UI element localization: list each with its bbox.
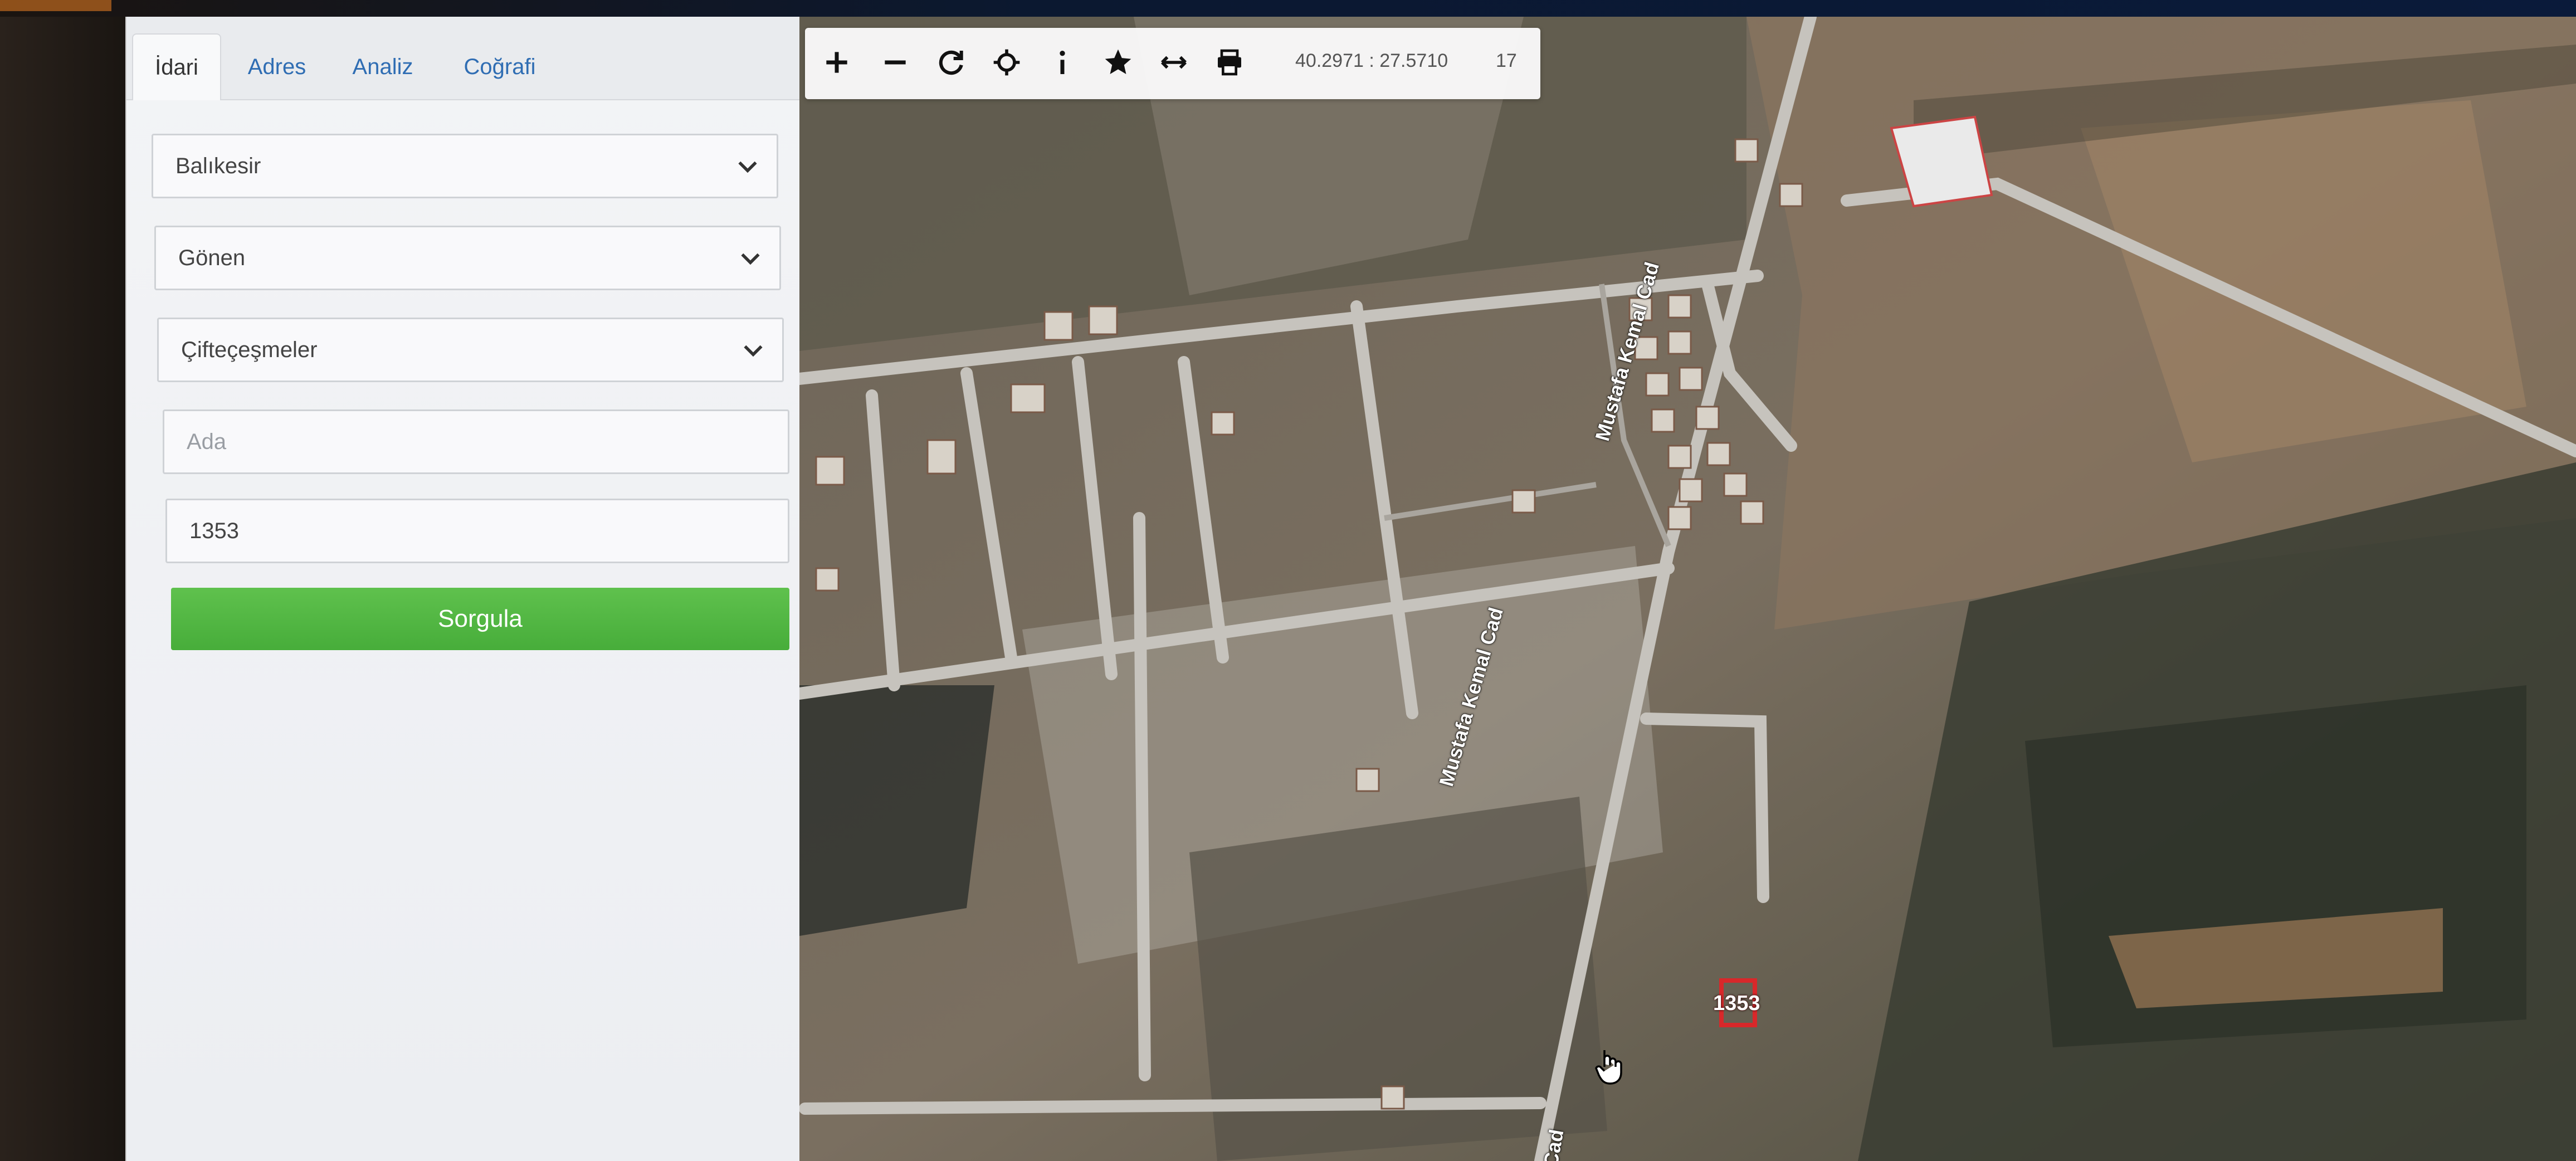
province-select-value: Balıkesir: [175, 153, 261, 178]
locate-icon: [993, 49, 1020, 76]
zoom-out-icon: [885, 60, 906, 65]
district-select-value: Gönen: [178, 245, 246, 270]
tab-cografi[interactable]: Coğrafi: [438, 33, 561, 100]
query-sidebar: İdari Adres Analiz Coğrafi Balıkesir Gön…: [125, 17, 813, 1161]
sidebar-tabs: İdari Adres Analiz Coğrafi: [126, 17, 801, 100]
measure-button[interactable]: [1150, 39, 1197, 86]
tab-adres[interactable]: Adres: [227, 33, 327, 100]
map-imagery: [799, 17, 2576, 1161]
favorite-button[interactable]: [1095, 39, 1141, 86]
refresh-button[interactable]: [928, 39, 974, 86]
neighborhood-select[interactable]: Çifteçeşmeler: [157, 318, 784, 382]
locate-button[interactable]: [983, 39, 1030, 86]
zoom-in-icon: [826, 52, 847, 73]
ada-input[interactable]: Ada: [163, 409, 789, 474]
chevron-down-icon: [738, 161, 757, 173]
tab-idari[interactable]: İdari: [132, 33, 221, 100]
info-icon: [1060, 51, 1065, 74]
browser-edge: [0, 0, 111, 11]
chevron-down-icon: [744, 345, 763, 357]
print-button[interactable]: [1206, 39, 1253, 86]
chevron-down-icon: [741, 253, 760, 265]
satellite-map[interactable]: Mustafa Kemal Cad Mustafa Kemal Cad Cad …: [799, 17, 2576, 1161]
neighborhood-select-value: Çifteçeşmeler: [181, 337, 318, 362]
ada-input-placeholder: Ada: [187, 429, 227, 454]
zoom-out-button[interactable]: [872, 39, 919, 86]
map-toolbar: 40.2971 : 27.5710 17: [805, 28, 1540, 99]
province-select[interactable]: Balıkesir: [152, 134, 778, 198]
tab-analiz[interactable]: Analiz: [333, 33, 433, 100]
coordinate-readout: 40.2971 : 27.5710: [1295, 50, 1448, 71]
parsel-input[interactable]: 1353: [165, 499, 789, 563]
zoom-level-readout: 17: [1496, 50, 1517, 71]
district-select[interactable]: Gönen: [154, 226, 781, 290]
zoom-in-button[interactable]: [813, 39, 860, 86]
parcel-label[interactable]: 1353: [1713, 992, 1760, 1016]
parsel-input-value: 1353: [189, 518, 239, 543]
query-button-label: Sorgula: [438, 605, 523, 632]
monitor-top-edge: [0, 0, 2576, 17]
hand-cursor-icon: [1595, 1050, 1622, 1085]
query-button[interactable]: Sorgula: [171, 588, 789, 650]
refresh-icon: [939, 50, 963, 75]
measure-icon: [1161, 56, 1187, 69]
info-button[interactable]: [1039, 39, 1086, 86]
star-icon: [1105, 49, 1131, 74]
print-icon: [1218, 49, 1241, 76]
